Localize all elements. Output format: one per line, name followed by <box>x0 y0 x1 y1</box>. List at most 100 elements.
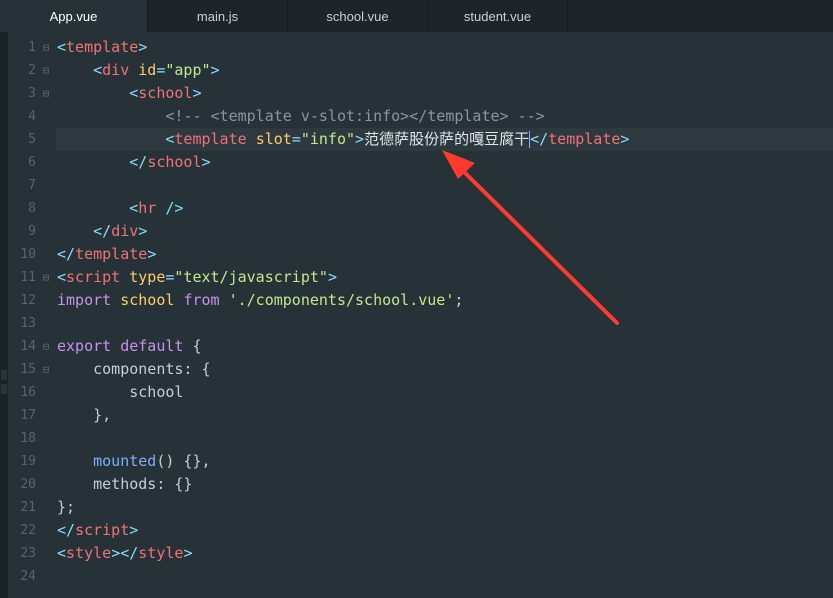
code-line[interactable]: 6 </school> <box>0 151 833 174</box>
code-token: /> <box>165 199 184 217</box>
code-token: school <box>120 291 175 309</box>
code-token: </ <box>129 153 148 171</box>
tab-student-vue[interactable]: student.vue <box>428 0 568 32</box>
code-token: template <box>174 130 247 148</box>
code-text: </div> <box>56 220 833 243</box>
code-line[interactable]: 18 <box>0 427 833 450</box>
code-text: mounted() {}, <box>56 450 833 473</box>
code-editor[interactable]: 1 ⊟ <template> 2 ⊟ <div id="app"> 3 ⊟ <school>… <box>0 36 833 588</box>
code-token: ></ <box>111 544 139 562</box>
code-token: > <box>147 245 157 263</box>
code-token: }; <box>57 498 76 516</box>
code-token: div <box>111 222 139 240</box>
fold-toggle-icon[interactable]: ⊟ <box>40 82 52 105</box>
code-line[interactable]: 8 <hr /> <box>0 197 833 220</box>
code-text: import school from './components/school.… <box>56 289 833 312</box>
code-token: > <box>192 84 202 102</box>
line-number: 20 <box>20 477 36 492</box>
fold-toggle-icon[interactable]: ⊟ <box>40 358 52 381</box>
line-number: 8 <box>28 201 36 216</box>
code-token: mounted <box>93 452 157 470</box>
code-line[interactable]: 7 <box>0 174 833 197</box>
line-number: 24 <box>20 569 36 584</box>
line-number: 23 <box>20 546 36 561</box>
code-token: type <box>129 268 166 286</box>
code-token: < <box>93 61 103 79</box>
code-token: > <box>129 521 139 539</box>
code-token: style <box>66 544 112 562</box>
code-token: > <box>201 153 211 171</box>
code-text: <div id="app"> <box>56 59 833 82</box>
code-text: <school> <box>56 82 833 105</box>
code-line[interactable]: 10 </template> <box>0 243 833 266</box>
code-line[interactable]: 21}; <box>0 496 833 519</box>
code-line[interactable]: 11 ⊟ <script type="text/javascript"> <box>0 266 833 289</box>
fold-toggle-icon[interactable]: ⊟ <box>40 36 52 59</box>
code-line[interactable]: 16 school <box>0 381 833 404</box>
line-number: 22 <box>20 523 36 538</box>
code-token: hr <box>138 199 157 217</box>
code-text: <!-- <template v-slot:info></template> -… <box>56 105 833 128</box>
code-line[interactable]: 4 <!-- <template v-slot:info></template>… <box>0 105 833 128</box>
code-text: <hr /> <box>56 197 833 220</box>
code-line[interactable]: 1 ⊟ <template> <box>0 36 833 59</box>
code-line[interactable]: 24 <box>0 565 833 588</box>
line-number: 3 <box>28 86 36 101</box>
line-number: 15 <box>20 362 36 377</box>
code-token: script <box>66 268 121 286</box>
code-token: = <box>291 130 301 148</box>
tab-app-vue[interactable]: App.vue <box>0 0 148 32</box>
tab-bar: App.vue main.js school.vue student.vue <box>0 0 833 32</box>
code-token: > <box>327 268 337 286</box>
code-line[interactable]: 9 </div> <box>0 220 833 243</box>
code-token: () {}, <box>156 452 211 470</box>
code-line[interactable]: 14 ⊟ export default { <box>0 335 833 358</box>
code-line[interactable]: 23 <style></style> <box>0 542 833 565</box>
code-line[interactable]: 17 }, <box>0 404 833 427</box>
code-line[interactable]: 19 mounted() {}, <box>0 450 833 473</box>
code-token: style <box>138 544 184 562</box>
line-number: 14 <box>20 339 36 354</box>
code-line[interactable]: 12 import school from './components/schoo… <box>0 289 833 312</box>
fold-toggle-icon[interactable]: ⊟ <box>40 59 52 82</box>
fold-toggle-icon[interactable]: ⊟ <box>40 335 52 358</box>
code-line[interactable]: 15 ⊟ components: { <box>0 358 833 381</box>
line-number: 18 <box>20 431 36 446</box>
code-line[interactable]: 13 <box>0 312 833 335</box>
line-number: 11 <box>20 270 36 285</box>
code-token: }, <box>57 406 112 424</box>
code-line[interactable]: 3 ⊟ <school> <box>0 82 833 105</box>
code-token: template <box>548 130 621 148</box>
code-token: </ <box>93 222 112 240</box>
line-number: 16 <box>20 385 36 400</box>
fold-toggle-icon[interactable]: ⊟ <box>40 266 52 289</box>
tab-main-js[interactable]: main.js <box>148 0 288 32</box>
code-token: school <box>57 383 184 401</box>
code-token: default <box>120 337 184 355</box>
code-line[interactable]: 20 methods: {} <box>0 473 833 496</box>
code-line[interactable]: 22 </script> <box>0 519 833 542</box>
tab-school-vue[interactable]: school.vue <box>288 0 428 32</box>
line-number: 12 <box>20 293 36 308</box>
code-token: id <box>138 61 157 79</box>
code-text: school <box>56 381 833 404</box>
code-text: <template> <box>56 36 833 59</box>
code-token: template <box>66 38 139 56</box>
code-line[interactable]: 5 <template slot="info">范德萨股份萨的嘎豆腐干</tem… <box>0 128 833 151</box>
code-token: </ <box>530 130 549 148</box>
code-line[interactable]: 2 ⊟ <div id="app"> <box>0 59 833 82</box>
code-token: script <box>75 521 130 539</box>
line-number: 1 <box>28 40 36 55</box>
code-token: < <box>57 544 67 562</box>
code-token: school <box>147 153 202 171</box>
